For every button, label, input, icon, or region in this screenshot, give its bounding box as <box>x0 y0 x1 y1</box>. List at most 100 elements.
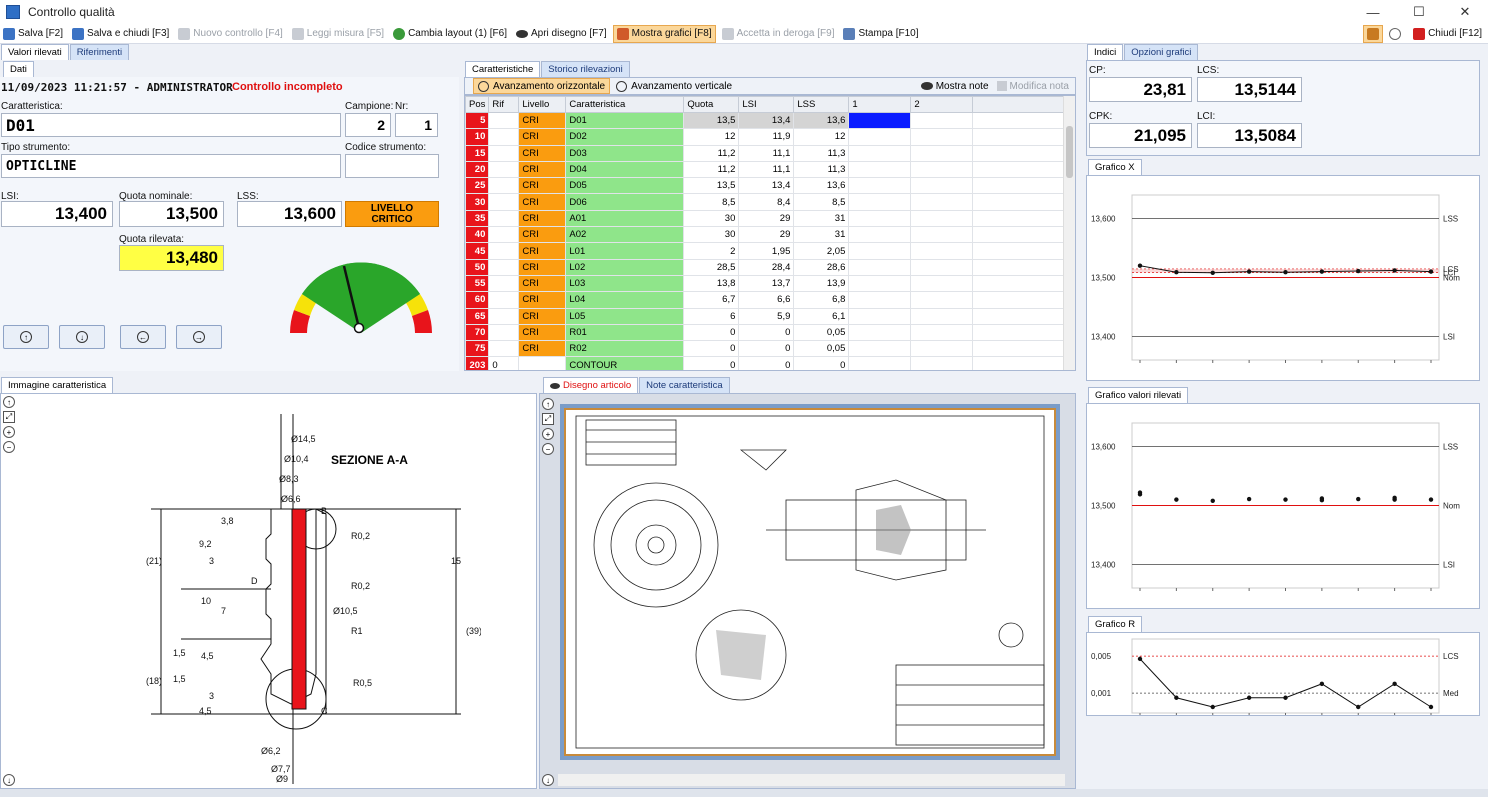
table-cell[interactable] <box>910 226 974 244</box>
table-cell[interactable]: 13,6 <box>793 111 850 130</box>
table-cell[interactable] <box>910 323 974 342</box>
table-cell[interactable]: 30 <box>683 226 740 244</box>
table-cell[interactable]: CRI <box>518 258 567 276</box>
table-cell[interactable]: 13,7 <box>738 274 795 293</box>
column-header-livello[interactable]: Livello <box>518 96 567 113</box>
table-cell[interactable]: 45 <box>465 242 490 260</box>
scroll-down-tool[interactable]: ↓ <box>542 774 554 786</box>
table-cell[interactable] <box>848 258 912 276</box>
table-cell[interactable] <box>972 128 1074 146</box>
table-cell[interactable] <box>848 177 912 195</box>
table-cell[interactable] <box>972 144 1074 162</box>
table-cell[interactable]: CRI <box>518 226 567 244</box>
table-cell[interactable]: D04 <box>565 160 685 179</box>
table-cell[interactable]: 11,2 <box>683 160 740 179</box>
table-cell[interactable]: 1,95 <box>738 242 795 260</box>
codice-strumento-field[interactable] <box>345 154 439 178</box>
grid-scroll-thumb[interactable] <box>1066 126 1073 178</box>
table-cell[interactable]: 203 <box>465 356 490 370</box>
close-button[interactable]: ✕ <box>1442 0 1488 24</box>
fit-tool[interactable]: ⤢ <box>3 411 15 423</box>
table-cell[interactable]: 60 <box>465 291 490 309</box>
table-cell[interactable] <box>488 340 520 358</box>
table-cell[interactable] <box>848 356 912 370</box>
table-cell[interactable] <box>910 340 974 358</box>
table-cell[interactable]: L04 <box>565 291 685 309</box>
table-cell[interactable] <box>972 307 1074 325</box>
table-cell[interactable] <box>910 356 974 370</box>
table-cell[interactable] <box>910 128 974 146</box>
table-cell[interactable]: 0 <box>488 356 520 370</box>
table-cell[interactable]: 65 <box>465 307 490 325</box>
table-cell[interactable]: CRI <box>518 111 567 130</box>
table-cell[interactable] <box>848 209 912 228</box>
table-cell[interactable]: 13,9 <box>793 274 850 293</box>
table-cell[interactable]: 0 <box>683 356 740 370</box>
table-cell[interactable] <box>848 111 912 130</box>
zoom-out-tool[interactable]: − <box>542 443 554 455</box>
table-cell[interactable]: 6,8 <box>793 291 850 309</box>
table-cell[interactable] <box>488 323 520 342</box>
table-cell[interactable]: D01 <box>565 111 685 130</box>
table-cell[interactable]: 6,1 <box>793 307 850 325</box>
tab-note-caratteristica[interactable]: Note caratteristica <box>639 377 730 393</box>
table-cell[interactable]: 8,5 <box>793 193 850 211</box>
table-cell[interactable]: CRI <box>518 160 567 179</box>
table-cell[interactable]: R02 <box>565 340 685 358</box>
table-cell[interactable] <box>972 356 1074 370</box>
table-row[interactable]: 30 CRI D06 8,5 8,4 8,5 <box>465 193 1074 211</box>
table-row[interactable]: 75 CRI R02 0 0 0,05 <box>465 340 1074 358</box>
table-row[interactable]: 70 CRI R01 0 0 0,05 <box>465 323 1074 342</box>
table-row[interactable]: 15 CRI D03 11,2 11,1 11,3 <box>465 144 1074 162</box>
table-cell[interactable]: CRI <box>518 209 567 228</box>
tab-riferimenti[interactable]: Riferimenti <box>69 44 130 60</box>
table-cell[interactable] <box>910 177 974 195</box>
table-cell[interactable] <box>488 111 520 130</box>
table-cell[interactable]: A01 <box>565 209 685 228</box>
table-cell[interactable] <box>488 177 520 195</box>
nr-field[interactable]: 1 <box>395 113 438 137</box>
table-cell[interactable] <box>488 307 520 325</box>
table-cell[interactable] <box>972 209 1074 228</box>
tab-storico[interactable]: Storico rilevazioni <box>541 61 630 77</box>
table-cell[interactable] <box>488 258 520 276</box>
table-cell[interactable] <box>972 340 1074 358</box>
table-cell[interactable]: 20 <box>465 160 490 179</box>
table-cell[interactable]: 28,6 <box>793 258 850 276</box>
table-cell[interactable]: L02 <box>565 258 685 276</box>
grid-scrollbar[interactable] <box>1063 96 1075 370</box>
avanzamento-verticale-button[interactable]: Avanzamento verticale <box>612 78 736 94</box>
table-cell[interactable] <box>488 144 520 162</box>
table-row[interactable]: 50 CRI L02 28,5 28,4 28,6 <box>465 258 1074 276</box>
table-cell[interactable]: 11,1 <box>738 144 795 162</box>
tab-grafico-r[interactable]: Grafico R <box>1088 616 1143 632</box>
table-row[interactable]: 5 CRI D01 13,5 13,4 13,6 <box>465 111 1074 130</box>
table-cell[interactable]: D06 <box>565 193 685 211</box>
table-cell[interactable] <box>972 160 1074 179</box>
table-cell[interactable] <box>488 226 520 244</box>
table-cell[interactable]: 70 <box>465 323 490 342</box>
table-cell[interactable] <box>848 144 912 162</box>
table-cell[interactable] <box>910 307 974 325</box>
attach-button[interactable] <box>1363 24 1384 43</box>
table-cell[interactable]: CRI <box>518 193 567 211</box>
modifica-nota-button[interactable]: Modifica nota <box>996 81 1069 92</box>
mostra-grafici-button[interactable]: Mostra grafici [F8] <box>612 24 716 43</box>
tab-indici[interactable]: Indici <box>1087 44 1124 60</box>
table-cell[interactable] <box>910 242 974 260</box>
table-cell[interactable] <box>488 193 520 211</box>
table-cell[interactable]: 10 <box>465 128 490 146</box>
maximize-button[interactable]: ☐ <box>1396 0 1442 24</box>
table-cell[interactable] <box>910 291 974 309</box>
table-cell[interactable]: 5 <box>465 111 490 130</box>
zoom-in-tool[interactable]: + <box>542 428 554 440</box>
table-row[interactable]: 60 CRI L04 6,7 6,6 6,8 <box>465 291 1074 309</box>
table-row[interactable]: 25 CRI D05 13,5 13,4 13,6 <box>465 177 1074 195</box>
tab-disegno-articolo[interactable]: Disegno articolo <box>543 377 639 393</box>
table-row[interactable]: 35 CRI A01 30 29 31 <box>465 209 1074 228</box>
table-cell[interactable]: 6,6 <box>738 291 795 309</box>
scroll-up-tool[interactable]: ↑ <box>542 398 554 410</box>
table-cell[interactable]: CRI <box>518 128 567 146</box>
table-cell[interactable] <box>488 291 520 309</box>
table-cell[interactable]: 13,6 <box>793 177 850 195</box>
